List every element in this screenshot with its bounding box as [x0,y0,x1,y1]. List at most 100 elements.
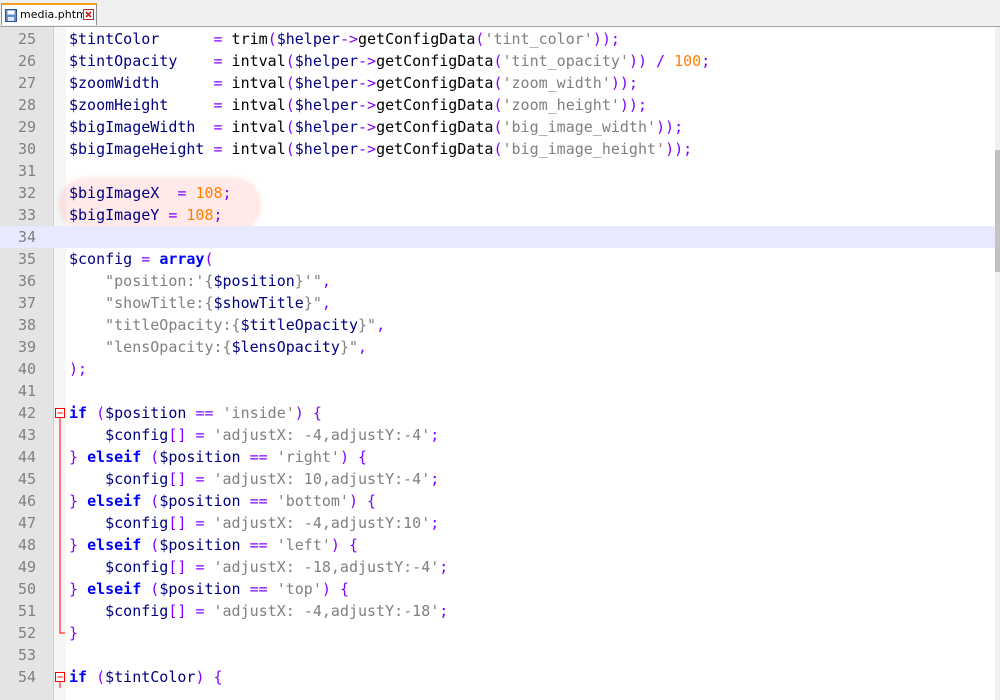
fold-line-icon [59,468,61,490]
code-line[interactable]: 46 } elseif ($position == 'bottom') { [0,490,995,512]
code-line[interactable]: 31 [0,160,995,182]
line-number: 45 [17,470,36,488]
line-number: 47 [17,514,36,532]
line-number: 53 [17,646,36,664]
code-line[interactable]: 36 "position:'{$position}'", [0,270,995,292]
code-text: "showTitle:{$showTitle}", [105,294,331,312]
fold-line-icon [59,446,61,468]
line-number: 43 [17,426,36,444]
code-text: } elseif ($position == 'bottom') { [69,492,377,510]
code-line[interactable]: 44 } elseif ($position == 'right') { [0,446,995,468]
code-line[interactable]: 40); [0,358,995,380]
code-text: } elseif ($position == 'top') { [69,580,349,598]
line-number: 25 [17,30,36,48]
scrollbar-thumb[interactable] [995,150,1000,272]
code-line[interactable]: 53 [0,644,995,666]
code-line[interactable]: 27 $zoomWidth = intval($helper->getConfig… [0,72,995,94]
fold-line-icon [59,556,61,578]
line-number: 40 [17,360,36,378]
code-line[interactable]: 37 "showTitle:{$showTitle}", [0,292,995,314]
line-number: 42 [17,404,36,422]
line-number: 38 [17,316,36,334]
code-text: $bigImageY = 108; [69,206,223,224]
code-line[interactable]: 47 $config[] = 'adjustX: -4,adjustY:10'; [0,512,995,534]
code-text: $config[] = 'adjustX: -4,adjustY:10'; [105,514,440,532]
line-number: 54 [17,668,36,686]
line-number: 49 [17,558,36,576]
line-number: 51 [17,602,36,620]
code-line[interactable]: 52} [0,622,995,644]
fold-line-icon [59,490,61,512]
code-text: $config[] = 'adjustX: 10,adjustY:-4'; [105,470,440,488]
code-line[interactable]: 42 if ($position == 'inside') { [0,402,995,424]
code-line[interactable]: 35 $config = array( [0,248,995,270]
code-text: $config[] = 'adjustX: -18,adjustY:-4'; [105,558,449,576]
fold-collapse-icon[interactable] [55,402,66,424]
line-number: 41 [17,382,36,400]
code-text: ); [69,360,88,378]
line-number: 32 [17,184,36,202]
line-number: 29 [17,118,36,136]
line-number: 26 [17,52,36,70]
code-text: } elseif ($position == 'right') { [69,448,368,466]
line-number: 37 [17,294,36,312]
code-line[interactable]: 25 $tintColor = trim($helper->getConfigDa… [0,28,995,50]
code-line[interactable]: 29 $bigImageWidth = intval($helper->getCo… [0,116,995,138]
line-number: 28 [17,96,36,114]
fold-line-icon [59,534,61,556]
code-text: $config[] = 'adjustX: -4,adjustY:-18'; [105,602,449,620]
fold-line-icon [59,424,61,446]
code-text: $bigImageX = 108; [69,184,232,202]
code-line[interactable]: 33 $bigImageY = 108; [0,204,995,226]
tab-media-phtml[interactable]: media.phtml [1,3,97,25]
code-line[interactable]: 51 $config[] = 'adjustX: -4,adjustY:-18'… [0,600,995,622]
line-number: 39 [17,338,36,356]
code-line[interactable]: 43 $config[] = 'adjustX: -4,adjustY:-4'; [0,424,995,446]
code-line[interactable]: 28 $zoomHeight = intval($helper->getConfi… [0,94,995,116]
code-line[interactable]: 41 [0,380,995,402]
code-line[interactable]: 39 "lensOpacity:{$lensOpacity}", [0,336,995,358]
line-number: 33 [17,206,36,224]
fold-collapse-icon[interactable] [55,666,66,688]
code-text: $zoomHeight = intval($helper->getConfigD… [69,96,647,114]
line-number: 30 [17,140,36,158]
code-text: $config[] = 'adjustX: -4,adjustY:-4'; [105,426,440,444]
line-number: 48 [17,536,36,554]
code-text: $config = array( [69,250,214,268]
code-text: if ($position == 'inside') { [69,404,322,422]
save-file-icon [5,9,17,22]
fold-line-icon [59,578,61,600]
line-number: 36 [17,272,36,290]
vertical-scrollbar[interactable] [995,27,1000,700]
code-line[interactable]: 30 $bigImageHeight = intval($helper->getC… [0,138,995,160]
fold-end-icon [59,622,65,634]
code-line[interactable]: 26 $tintOpacity = intval($helper->getConf… [0,50,995,72]
tab-bar: media.phtml [0,0,1000,27]
code-text: $tintOpacity = intval($helper->getConfig… [69,52,711,70]
code-line[interactable]: 49 $config[] = 'adjustX: -18,adjustY:-4'… [0,556,995,578]
code-line[interactable]: 34 [0,226,995,248]
code-editor[interactable]: 25 $tintColor = trim($helper->getConfigDa… [0,27,1000,700]
line-number: 50 [17,580,36,598]
code-text: "titleOpacity:{$titleOpacity}", [105,316,386,334]
line-number: 44 [17,448,36,466]
line-number: 34 [17,228,36,246]
code-line[interactable]: 54 if ($tintColor) { [0,666,995,688]
code-text: } [69,624,79,642]
line-number: 31 [17,162,36,180]
line-number: 35 [17,250,36,268]
line-number: 46 [17,492,36,510]
code-line[interactable]: 48 } elseif ($position == 'left') { [0,534,995,556]
code-line[interactable]: 50 } elseif ($position == 'top') { [0,578,995,600]
line-number: 27 [17,74,36,92]
code-text: $tintColor = trim($helper->getConfigData… [69,30,620,48]
line-number: 52 [17,624,36,642]
fold-line-icon [59,600,61,622]
close-x-icon[interactable] [83,9,94,20]
code-line[interactable]: 32 $bigImageX = 108; [0,182,995,204]
code-text: } elseif ($position == 'left') { [69,536,358,554]
code-text: if ($tintColor) { [69,668,223,686]
code-text: "position:'{$position}'", [105,272,331,290]
code-line[interactable]: 38 "titleOpacity:{$titleOpacity}", [0,314,995,336]
code-line[interactable]: 45 $config[] = 'adjustX: 10,adjustY:-4'; [0,468,995,490]
